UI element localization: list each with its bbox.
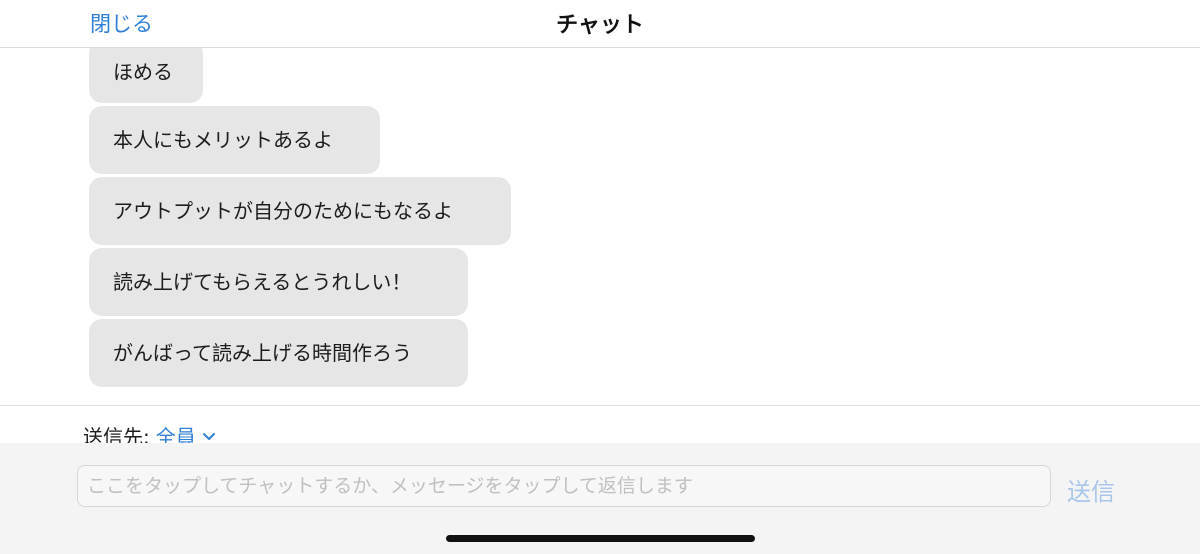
chat-message[interactable]: ほめる <box>89 48 203 103</box>
page-title: チャット <box>556 13 644 38</box>
chat-message[interactable]: がんばって読み上げる時間作ろう <box>89 319 468 387</box>
message-input[interactable]: ここをタップしてチャットするか、メッセージをタップして返信します <box>77 465 1051 507</box>
message-text: 読み上げてもらえるとうれしい！ <box>113 270 412 294</box>
chat-message[interactable]: 読み上げてもらえるとうれしい！ <box>89 248 468 316</box>
chat-message[interactable]: 本人にもメリットあるよ <box>89 106 380 174</box>
home-indicator[interactable] <box>446 535 755 542</box>
message-list[interactable]: ほめる 本人にもメリットあるよ アウトプットが自分のためにもなるよ 読み上げても… <box>0 48 1200 405</box>
send-button[interactable]: 送信 <box>1067 472 1115 507</box>
message-text: 本人にもメリットあるよ <box>113 128 333 152</box>
divider <box>0 405 1200 406</box>
chat-header: 閉じる チャット <box>0 0 1200 48</box>
message-text: ほめる <box>113 59 173 84</box>
chat-message[interactable]: アウトプットが自分のためにもなるよ <box>89 177 511 245</box>
message-text: がんばって読み上げる時間作ろう <box>113 341 412 365</box>
message-text: アウトプットが自分のためにもなるよ <box>113 199 453 223</box>
